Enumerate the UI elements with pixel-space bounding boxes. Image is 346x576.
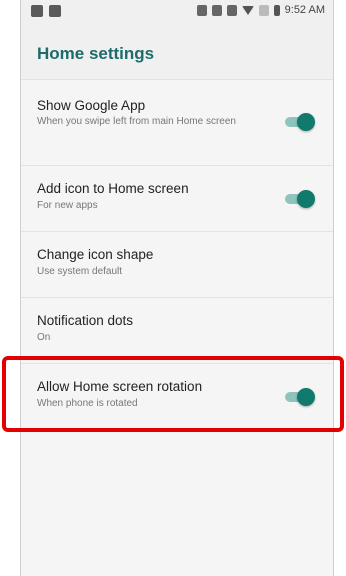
setting-subtitle: On bbox=[37, 332, 51, 343]
nfc-icon bbox=[196, 4, 207, 16]
gallery-icon bbox=[31, 5, 43, 17]
photo-icon bbox=[49, 5, 61, 17]
setting-add-icon[interactable]: Add icon to Home screen For new apps bbox=[21, 166, 333, 232]
setting-title: Notification dots bbox=[37, 313, 134, 328]
page-title: Home settings bbox=[37, 44, 155, 63]
setting-title: Add icon to Home screen bbox=[37, 181, 189, 196]
battery-icon bbox=[273, 4, 280, 16]
show-google-app-toggle[interactable] bbox=[283, 113, 315, 131]
setting-show-google-app[interactable]: Show Google App When you swipe left from… bbox=[21, 80, 333, 166]
notification-icons bbox=[31, 5, 61, 17]
setting-notification-dots[interactable]: Notification dots On bbox=[21, 298, 333, 364]
phone-screen: 9:52 AM Home settings Show Google App Wh… bbox=[20, 0, 334, 576]
setting-subtitle: When you swipe left from main Home scree… bbox=[37, 116, 236, 127]
vibrate-icon bbox=[226, 4, 237, 16]
toggle-thumb bbox=[297, 190, 315, 208]
setting-change-icon-shape[interactable]: Change icon shape Use system default bbox=[21, 232, 333, 298]
app-bar: Home settings bbox=[21, 24, 333, 80]
setting-title: Show Google App bbox=[37, 98, 146, 113]
wifi-icon bbox=[241, 5, 254, 15]
highlight-box bbox=[2, 356, 344, 432]
setting-title: Change icon shape bbox=[37, 247, 154, 262]
signal-icon bbox=[258, 4, 269, 16]
add-icon-toggle[interactable] bbox=[283, 190, 315, 208]
status-bar: 9:52 AM bbox=[21, 0, 333, 24]
status-time: 9:52 AM bbox=[284, 4, 325, 16]
system-icons: 9:52 AM bbox=[196, 4, 325, 16]
setting-subtitle: Use system default bbox=[37, 266, 123, 277]
toggle-thumb bbox=[297, 113, 315, 131]
bluetooth-icon bbox=[211, 4, 222, 16]
setting-subtitle: For new apps bbox=[37, 200, 98, 211]
